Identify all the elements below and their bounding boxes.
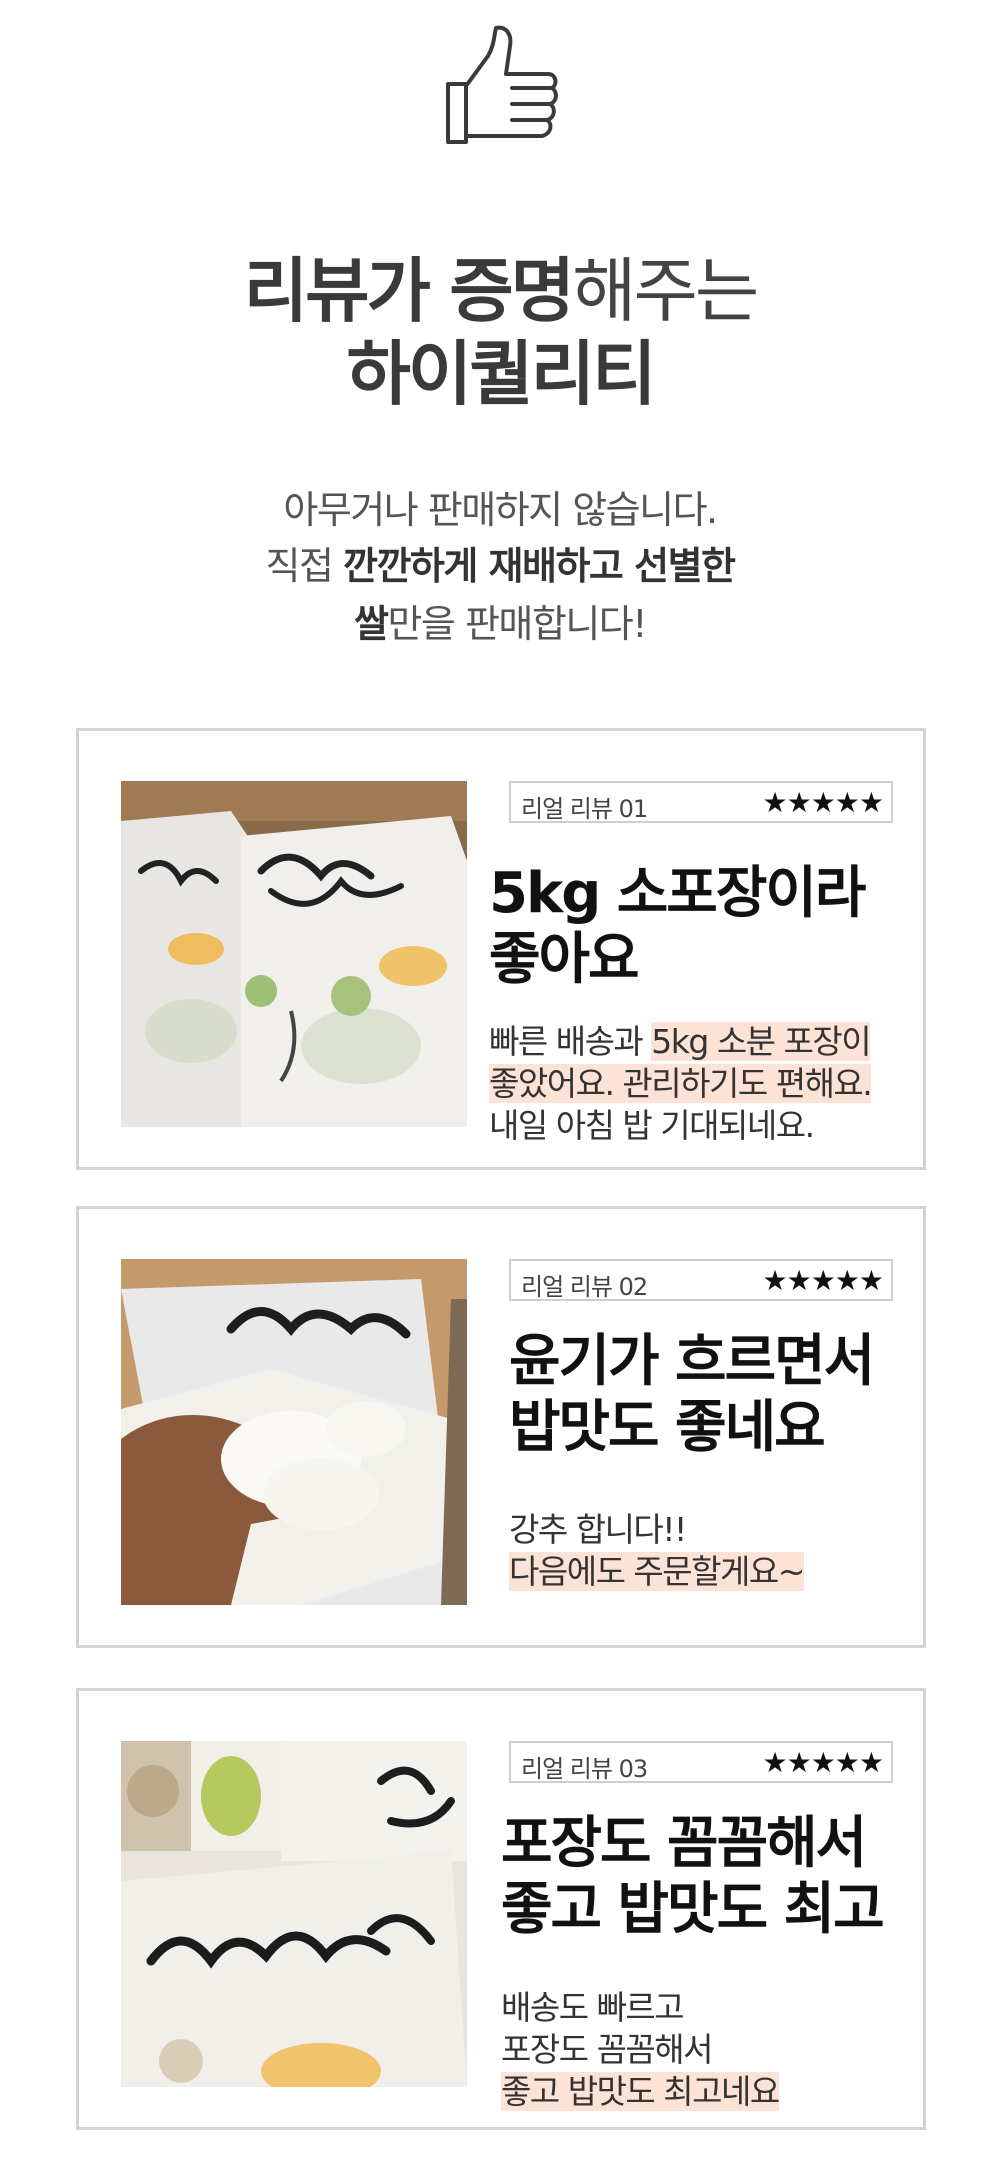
review-tag-label: 리얼 리뷰 01 — [521, 795, 648, 823]
review-body-line: 좋았어요. 관리하기도 편해요. — [489, 1063, 873, 1105]
review-text-highlight: 좋고 밥맛도 최고네요 — [501, 2072, 780, 2111]
review-photo-1 — [121, 781, 467, 1127]
review-body-line: 배송도 빠르고 — [501, 1987, 779, 2029]
review-title-3: 포장도 꼼꼼해서 좋고 밥맛도 최고 — [501, 1811, 885, 1943]
review-text: 강추 합니다!! — [509, 1510, 687, 1549]
review-text: 내일 아침 밥 기대되네요. — [489, 1106, 815, 1145]
review-title-line: 포장도 꼼꼼해서 — [501, 1811, 867, 1876]
review-title-line: 좋아요 — [489, 927, 640, 992]
review-photo-3 — [121, 1741, 467, 2087]
review-title-line: 밥맛도 좋네요 — [509, 1395, 826, 1460]
review-body-line: 내일 아침 밥 기대되네요. — [489, 1105, 871, 1147]
review-card-2: 리얼 리뷰 02 ★★★★★ 윤기가 흐르면서 밥맛도 좋네요 강추 합니다!!… — [76, 1206, 926, 1648]
review-title-line: 5kg 소포장이라 — [489, 861, 866, 926]
review-body-2: 강추 합니다!! 다음에도 주문할게요~ — [509, 1509, 805, 1593]
review-text-highlight: 5kg 소분 포장이 — [651, 1022, 872, 1061]
review-body-line: 빠른 배송과 5kg 소분 포장이 — [489, 1021, 872, 1063]
star-rating: ★★★★★ — [762, 1264, 884, 1297]
review-body-line: 강추 합니다!! — [509, 1509, 804, 1551]
intro-line-3: 쌀만을 판매합니다! — [0, 598, 1000, 650]
review-body-1: 빠른 배송과 5kg 소분 포장이 좋았어요. 관리하기도 편해요. 내일 아침… — [489, 1021, 873, 1147]
review-title-line: 좋고 밥맛도 최고 — [501, 1877, 885, 1942]
star-rating: ★★★★★ — [762, 1746, 884, 1779]
review-text: 배송도 빠르고 — [501, 1988, 685, 2027]
review-body-line: 다음에도 주문할게요~ — [509, 1551, 805, 1593]
headline-bold: 리뷰가 증명 — [243, 250, 575, 332]
review-body-line: 포장도 꼼꼼해서 — [501, 2029, 779, 2071]
review-text: 빠른 배송과 — [489, 1022, 652, 1061]
review-title-1: 5kg 소포장이라 좋아요 — [489, 861, 866, 993]
intro-rest: 만을 판매합니다! — [387, 602, 647, 646]
intro-bold: 깐깐하게 재배하고 선별한 — [342, 544, 736, 588]
review-tag-1: 리얼 리뷰 01 ★★★★★ — [509, 781, 893, 823]
review-body-line: 좋고 밥맛도 최고네요 — [501, 2071, 780, 2113]
review-tag-label: 리얼 리뷰 02 — [521, 1273, 648, 1301]
review-tag-2: 리얼 리뷰 02 ★★★★★ — [509, 1259, 893, 1301]
headline-quality: 하이퀄리티 — [346, 333, 657, 415]
review-text: 포장도 꼼꼼해서 — [501, 2030, 714, 2069]
review-card-3: 리얼 리뷰 03 ★★★★★ 포장도 꼼꼼해서 좋고 밥맛도 최고 배송도 빠르… — [76, 1688, 926, 2130]
intro-prefix: 직접 — [265, 544, 343, 588]
star-rating: ★★★★★ — [762, 786, 884, 819]
review-text-highlight: 다음에도 주문할게요~ — [509, 1552, 805, 1591]
review-tag-3: 리얼 리뷰 03 ★★★★★ — [509, 1741, 893, 1783]
review-tag-label: 리얼 리뷰 03 — [521, 1755, 648, 1783]
headline-light: 해주는 — [572, 250, 759, 332]
review-card-1: 리얼 리뷰 01 ★★★★★ 5kg 소포장이라 좋아요 빠른 배송과 5kg … — [76, 728, 926, 1170]
headline-line-1: 리뷰가 증명해주는 — [0, 248, 1000, 334]
thumbs-up-icon — [436, 22, 564, 150]
intro-line-2: 직접 깐깐하게 재배하고 선별한 — [0, 540, 1000, 592]
intro-line-1: 아무거나 판매하지 않습니다. — [283, 488, 718, 532]
headline-line-2: 하이퀄리티 — [0, 331, 1000, 417]
review-title-2: 윤기가 흐르면서 밥맛도 좋네요 — [509, 1329, 875, 1461]
review-body-3: 배송도 빠르고 포장도 꼼꼼해서 좋고 밥맛도 최고네요 — [501, 1987, 780, 2113]
intro-rice-word: 쌀 — [353, 602, 389, 646]
review-text-highlight: 좋았어요. 관리하기도 편해요. — [489, 1064, 873, 1103]
review-photo-2 — [121, 1259, 467, 1605]
review-title-line: 윤기가 흐르면서 — [509, 1329, 875, 1394]
